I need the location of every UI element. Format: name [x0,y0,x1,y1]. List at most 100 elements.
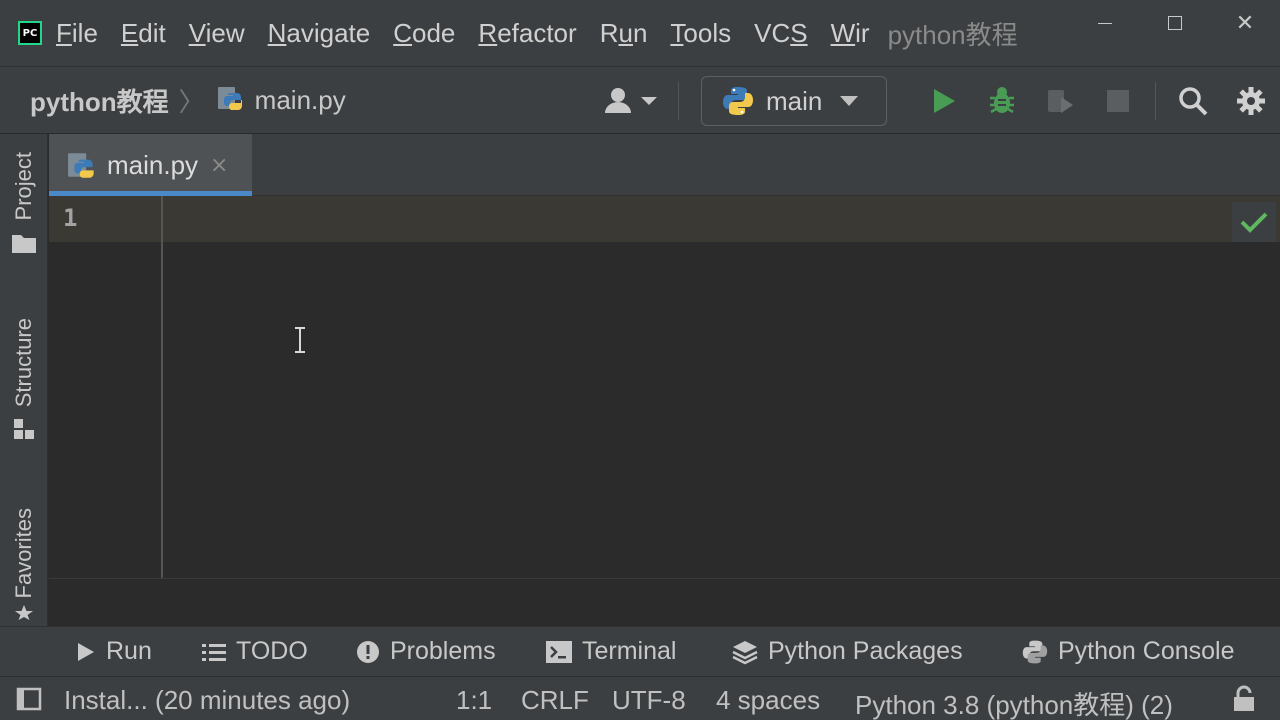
user-icon [605,88,657,113]
stop-button[interactable] [1089,76,1147,126]
inspection-status[interactable] [1232,202,1276,242]
python-packages-tool-button[interactable]: Python Packages [732,637,963,666]
maximize-icon [1168,16,1182,30]
run-button[interactable] [915,76,973,126]
navbar-toolbar: main [602,67,1280,135]
menu-window[interactable]: Wir [831,18,870,49]
window-controls: ✕ [1070,0,1280,48]
run-tool-button[interactable]: Run [76,637,152,666]
caret-position[interactable]: 1:1 [456,685,492,716]
menu-mnemonic: R [478,17,498,48]
lock-open-icon[interactable] [1230,685,1258,713]
current-line-highlight [49,196,1280,242]
run-with-coverage-button[interactable] [1031,76,1089,126]
indent-setting[interactable]: 4 spaces [716,685,820,716]
tool-windows-toggle-icon[interactable] [16,687,42,711]
python-file-icon [68,153,94,178]
editor-tab-bar: main.py × [49,134,1280,196]
menu-mnemonic: E [120,17,139,48]
line-number: 1 [63,204,78,232]
project-tool-label: Project [11,152,36,221]
minimize-button[interactable] [1070,0,1140,46]
menu-mnemonic: S [790,17,808,48]
folder-icon [12,235,36,254]
todo-tool-button[interactable]: TODO [202,637,308,666]
main-menu: File Edit View Navigate Code Refactor Ru… [56,18,888,49]
python-interpreter[interactable]: Python 3.8 (python教程) (2) [855,685,1173,720]
run-configuration-label: main [766,85,823,116]
breadcrumb-project[interactable]: python教程 [30,82,169,119]
menu-mnemonic: T [670,17,684,48]
project-tool-button[interactable]: Project [0,152,48,254]
left-tool-stripe: Project Structure Favorites [0,134,48,626]
tool-window-bar: Run TODO Problems Terminal Python Packag… [0,626,1280,676]
breadcrumb-file[interactable]: main.py [255,85,346,116]
status-bar: Instal... (20 minutes ago) 1:1 CRLF UTF-… [0,676,1280,720]
menu-refactor[interactable]: Refactor [478,18,576,49]
terminal-icon [546,640,572,663]
logo-text: PC [22,27,38,39]
terminal-tool-button[interactable]: Terminal [546,637,676,666]
menu-mnemonic: F [56,17,72,48]
menu-label: dit [138,17,166,48]
menu-mnemonic: u [618,17,633,48]
file-encoding[interactable]: UTF-8 [612,685,686,716]
checkmark-icon [1240,212,1268,233]
favorites-tool-button[interactable]: Favorites [0,508,48,621]
tab-label: main.py [107,149,199,180]
status-message[interactable]: Instal... (20 minutes ago) [64,685,350,716]
navigation-bar: python教程 〉 main.py main [0,66,1280,134]
menu-view[interactable]: View [189,18,245,49]
star-icon [15,605,33,621]
line-number-gutter: 1 [49,196,163,580]
python-console-tool-button[interactable]: Python Console [1022,637,1235,666]
menu-edit[interactable]: Edit [121,18,166,49]
code-editor[interactable]: 1 [49,196,1280,580]
menu-code[interactable]: Code [393,18,455,49]
maximize-button[interactable] [1140,0,1210,46]
run-configuration-select[interactable]: main [701,76,887,126]
favorites-tool-label: Favorites [11,508,36,599]
python-console-icon [1022,639,1048,665]
menu-navigate[interactable]: Navigate [268,18,371,49]
chevron-down-icon [840,96,859,106]
tab-main-py[interactable]: main.py × [49,134,252,196]
close-window-button[interactable]: ✕ [1210,0,1280,46]
structure-tool-button[interactable]: Structure [0,318,48,441]
menu-label-prefix: VC [754,17,791,48]
python-file-icon [217,83,247,118]
breadcrumb-chevron-icon: 〉 [178,86,205,117]
breadcrumb: python教程 〉 main.py [30,82,346,119]
todo-list-icon [202,642,226,662]
menu-tools[interactable]: Tools [670,18,731,49]
todo-tool-label: TODO [236,637,308,665]
run-icon [934,89,955,113]
menu-label: efactor [497,17,577,48]
menu-mnemonic: W [830,17,856,48]
close-tab-icon[interactable]: × [210,153,228,178]
search-everywhere-button[interactable] [1164,76,1222,126]
warning-circle-icon [356,640,380,664]
menu-label: avigate [286,17,371,48]
debug-bug-icon [990,87,1014,114]
terminal-tool-label: Terminal [582,637,677,665]
menu-file[interactable]: File [56,18,98,49]
vcs-user-button[interactable] [602,81,658,121]
menu-mnemonic: N [267,17,287,48]
coverage-icon [1048,90,1073,113]
close-icon: ✕ [1235,10,1255,36]
run-tool-label: Run [106,637,152,665]
settings-button[interactable] [1222,76,1280,126]
line-separator[interactable]: CRLF [521,685,589,716]
problems-tool-button[interactable]: Problems [356,637,496,666]
pycharm-logo-icon: PC [18,21,42,45]
debug-button[interactable] [973,76,1031,126]
menu-run[interactable]: Run [600,18,648,49]
title-bar: PC File Edit View Navigate Code Refactor… [0,0,1280,66]
menu-label: ools [683,17,732,48]
menu-vcs[interactable]: VCS [754,18,807,49]
menu-label: ir [855,17,870,48]
structure-tool-label: Structure [11,318,36,408]
stop-icon [1107,90,1129,112]
menu-label: iew [205,17,245,48]
